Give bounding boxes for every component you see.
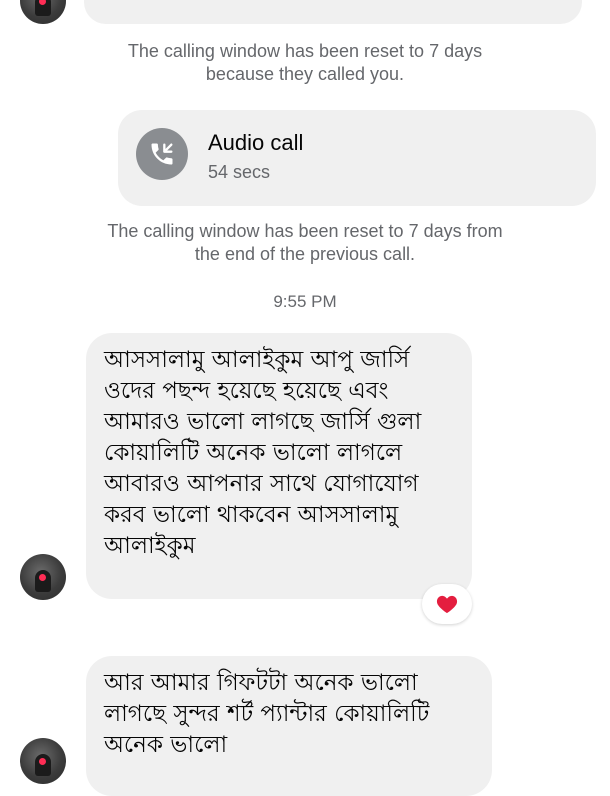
message-line: আমারও ভালো লাগছে জার্সি গুলা: [104, 409, 422, 435]
message-line: করব ভালো থাকবেন আসসালামু: [104, 502, 399, 528]
call-window-notice: The calling window has been reset to 7 d…: [0, 40, 610, 86]
sender-avatar[interactable]: [20, 554, 66, 600]
heart-reaction-icon[interactable]: [422, 584, 472, 624]
audio-call-card[interactable]: Audio call 54 secs: [118, 110, 596, 206]
sender-avatar[interactable]: [20, 0, 66, 24]
phone-incoming-icon: [136, 128, 188, 180]
call-duration: 54 secs: [208, 162, 271, 182]
message-line: আর আমার গিফটটা অনেক ভালো: [104, 670, 418, 696]
message-line: লাগছে সুন্দর শর্ট প্যান্টার কোয়ালিটি: [104, 701, 430, 727]
notice-line: because they called you.: [205, 64, 405, 84]
message-line: আসসালামু আলাইকুম আপু জার্সি: [104, 347, 410, 373]
notice-line: The calling window has been reset to 7 d…: [127, 41, 483, 61]
notice-line: the end of the previous call.: [194, 244, 416, 264]
message-bubble[interactable]: আর আমার গিফটটা অনেক ভালো লাগছে সুন্দর শর…: [86, 656, 492, 796]
message-line: আবারও আপনার সাথে যোগাযোগ: [104, 471, 419, 497]
message-bubble[interactable]: আসসালামু আলাইকুম আপু জার্সি ওদের পছন্দ হ…: [86, 333, 472, 599]
sender-avatar[interactable]: [20, 738, 66, 784]
call-window-notice: The calling window has been reset to 7 d…: [0, 220, 610, 266]
message-line: অনেক ভালো: [104, 732, 228, 758]
previous-message-bubble[interactable]: [84, 0, 582, 24]
message-timestamp: 9:55 PM: [273, 292, 337, 311]
call-title: Audio call: [208, 130, 304, 155]
message-line: আলাইকুম: [104, 533, 196, 559]
message-line: কোয়ালিটি অনেক ভালো লাগলে: [104, 440, 403, 466]
message-line: ওদের পছন্দ হয়েছে হয়েছে এবং: [104, 378, 389, 404]
notice-line: The calling window has been reset to 7 d…: [107, 221, 503, 241]
avatar-highlight: [39, 574, 46, 581]
